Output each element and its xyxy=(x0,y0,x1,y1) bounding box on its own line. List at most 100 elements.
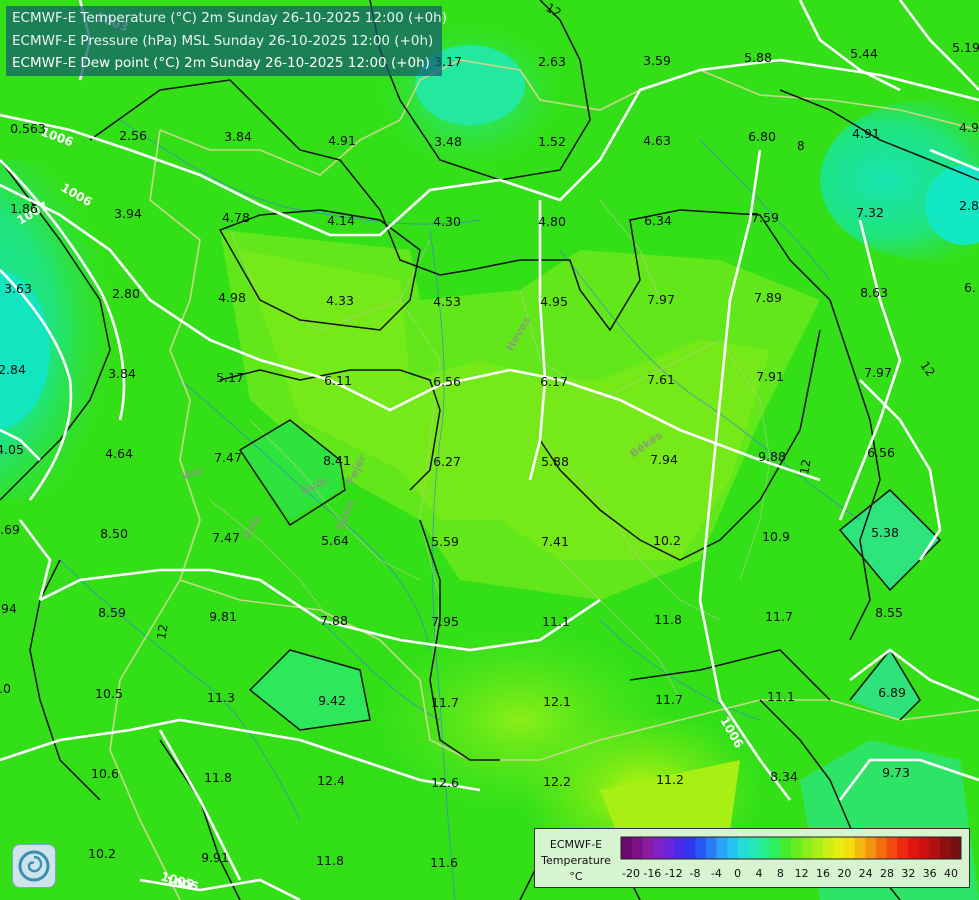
legend-swatch xyxy=(642,837,654,859)
temperature-value: 4.80 xyxy=(538,214,566,229)
temperature-value: 4.30 xyxy=(433,214,461,229)
legend-tick-label: 8 xyxy=(776,867,784,880)
temperature-value: 7.94 xyxy=(650,452,678,467)
legend-swatch xyxy=(918,837,930,859)
temperature-value: 3.59 xyxy=(643,53,671,68)
temperature-value: 6.80 xyxy=(748,129,776,144)
legend-swatch xyxy=(674,837,686,859)
legend-swatch xyxy=(706,837,718,859)
legend-swatch xyxy=(769,837,781,859)
legend-tick-label: -8 xyxy=(689,867,701,880)
legend-swatch xyxy=(621,837,633,859)
legend-tick-label: 36 xyxy=(922,867,937,880)
temperature-value: 4.63 xyxy=(643,133,671,148)
title-pressure: ECMWF-E Pressure (hPa) MSL Sunday 26-10-… xyxy=(12,33,434,49)
temperature-value: 2.56 xyxy=(119,128,147,143)
temperature-value: 7.32 xyxy=(856,205,884,220)
temperature-value: 5.44 xyxy=(850,46,878,61)
isotherm-label: 8 xyxy=(797,139,805,153)
temperature-value: 11.7 xyxy=(655,692,683,707)
temperature-value: 4.91 xyxy=(328,133,356,148)
temperature-value: 12.2 xyxy=(543,774,571,789)
legend-tick-label: -12 xyxy=(664,867,683,880)
temperature-value: 6. xyxy=(964,280,976,295)
temperature-value: 6.27 xyxy=(433,454,461,469)
warm-sw xyxy=(380,630,660,810)
legend-swatch xyxy=(822,837,834,859)
temperature-value: 3.84 xyxy=(224,129,252,144)
temperature-value: .69 xyxy=(0,522,20,537)
temperature-value: 6.11 xyxy=(324,373,352,388)
temperature-value: 5.88 xyxy=(541,454,569,469)
temperature-value: 5.38 xyxy=(871,525,899,540)
temperature-value: 12.6 xyxy=(431,775,459,790)
legend-swatch xyxy=(844,837,856,859)
temperature-value: 11.1 xyxy=(542,614,570,629)
temperature-value: 7.91 xyxy=(756,369,784,384)
legend-swatch xyxy=(865,837,877,859)
temperature-value: 11.2 xyxy=(656,772,684,787)
temperature-value: 7.88 xyxy=(320,613,348,628)
temperature-value: 5.19 xyxy=(952,40,979,55)
temperature-value: 10.9 xyxy=(762,529,790,544)
temperature-value: 5.88 xyxy=(744,50,772,65)
temperature-value: 4.53 xyxy=(433,294,461,309)
legend-tick-label: 28 xyxy=(880,867,894,880)
legend-tick-label: 0 xyxy=(734,867,742,880)
temperature-value: 9.42 xyxy=(318,693,346,708)
temperature-value: 12.4 xyxy=(317,773,345,788)
temperature-value: 4.78 xyxy=(222,210,250,225)
temperature-value: 7.97 xyxy=(864,365,892,380)
title-dewpoint: ECMWF-E Dew point (°C) 2m Sunday 26-10-2… xyxy=(12,55,430,71)
temperature-value: 7.95 xyxy=(431,614,459,629)
temperature-value: 4.95 xyxy=(540,294,568,309)
map-title-box: ECMWF-E Temperature (°C) 2m Sunday 26-10… xyxy=(6,6,447,76)
temperature-value: 2.63 xyxy=(538,54,566,69)
legend-swatch xyxy=(631,837,643,859)
temperature-value: 4.9 xyxy=(959,120,979,135)
temperature-value: 4.91 xyxy=(852,126,880,141)
legend-tick-label: -4 xyxy=(710,867,722,880)
legend-swatch xyxy=(748,837,760,859)
temperature-value: 7.61 xyxy=(647,372,675,387)
temperature-value: 5.17 xyxy=(216,370,244,385)
legend-swatch xyxy=(950,837,962,859)
temperature-value: 9.81 xyxy=(209,609,237,624)
temperature-value: 11.6 xyxy=(430,855,458,870)
temperature-value: 4.05 xyxy=(0,442,24,457)
legend-tick-label: 20 xyxy=(837,867,852,880)
temperature-value: 6.56 xyxy=(433,374,461,389)
temperature-value: 8.63 xyxy=(860,285,888,300)
legend-swatch xyxy=(812,837,824,859)
temperature-value: 8.50 xyxy=(100,526,128,541)
legend-swatch xyxy=(759,837,771,859)
swirl-icon xyxy=(18,850,50,882)
legend-tick-label: 40 xyxy=(944,867,958,880)
temperature-value: 7.47 xyxy=(214,450,242,465)
legend-swatch xyxy=(780,837,792,859)
temperature-value: 11.8 xyxy=(204,770,232,785)
temperature-value: 7.59 xyxy=(751,210,779,225)
legend-swatch xyxy=(727,837,739,859)
isotherm-label: 12 xyxy=(797,458,813,475)
legend-swatch xyxy=(939,837,951,859)
legend-tick-label: 12 xyxy=(794,867,809,880)
temperature-value: 10.2 xyxy=(88,846,116,861)
legend-swatch xyxy=(652,837,664,859)
legend-tick-label: -20 xyxy=(622,867,640,880)
temperature-value: 11.1 xyxy=(767,689,795,704)
legend-tick-label: 16 xyxy=(816,867,830,880)
temperature-value: 9.88 xyxy=(758,449,786,464)
temperature-value: 6.89 xyxy=(878,685,906,700)
legend-swatch xyxy=(907,837,919,859)
legend-swatch xyxy=(897,837,909,859)
temperature-value: 8.59 xyxy=(98,605,126,620)
temperature-value: 6.17 xyxy=(540,374,568,389)
temperature-value: 11.7 xyxy=(765,609,793,624)
temperature-value: 7.47 xyxy=(212,530,240,545)
weather-map: 1003 1005 1006 1006 1007 1006 1005 12 12… xyxy=(0,0,979,900)
temperature-value: 10.6 xyxy=(91,766,119,781)
temperature-value: 5.59 xyxy=(431,534,459,549)
legend-swatch xyxy=(854,837,866,859)
temperature-value: 5.64 xyxy=(321,533,349,548)
